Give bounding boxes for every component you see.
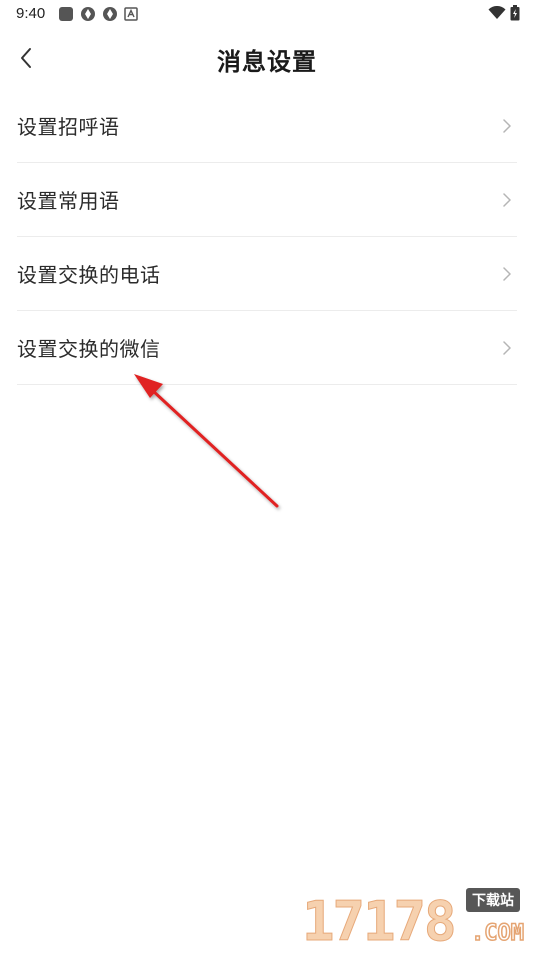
status-time: 9:40 — [16, 5, 46, 22]
arrow-shape — [134, 374, 279, 508]
watermark-suffix: .COM — [470, 920, 524, 947]
page-title: 消息设置 — [217, 48, 317, 76]
settings-menu-list: 设置招呼语 设置常用语 设置交换的电话 设置交换的微信 — [17, 89, 517, 385]
menu-item-exchange-wechat[interactable]: 设置交换的微信 — [17, 311, 517, 385]
menu-item-label: 设置招呼语 — [17, 115, 120, 139]
notification-a-icon — [124, 7, 138, 21]
site-watermark: 17178 下载站 .COM — [302, 888, 528, 950]
menu-item-label: 设置常用语 — [17, 189, 120, 213]
menu-item-label: 设置交换的电话 — [17, 263, 161, 287]
navigation-bar: 消息设置 — [0, 28, 534, 88]
status-bar: 9:40 — [0, 0, 534, 28]
status-notification-icons — [58, 5, 138, 23]
status-system-icons — [488, 5, 520, 21]
chevron-right-icon — [503, 340, 511, 355]
chevron-right-icon — [503, 266, 511, 281]
chevron-right-icon — [503, 118, 511, 133]
chevron-right-icon — [503, 192, 511, 207]
menu-item-greeting[interactable]: 设置招呼语 — [17, 89, 517, 163]
watermark-digits: 17178 — [302, 890, 458, 953]
menu-item-common-phrases[interactable]: 设置常用语 — [17, 163, 517, 237]
aperture-icon — [81, 7, 95, 21]
menu-item-exchange-phone[interactable]: 设置交换的电话 — [17, 237, 517, 311]
watermark-badge: 下载站 — [466, 888, 520, 912]
app-square-icon — [59, 7, 73, 21]
battery-icon — [510, 5, 520, 21]
wifi-icon — [488, 6, 506, 19]
menu-item-label: 设置交换的微信 — [17, 337, 161, 361]
aperture-icon — [103, 7, 117, 21]
